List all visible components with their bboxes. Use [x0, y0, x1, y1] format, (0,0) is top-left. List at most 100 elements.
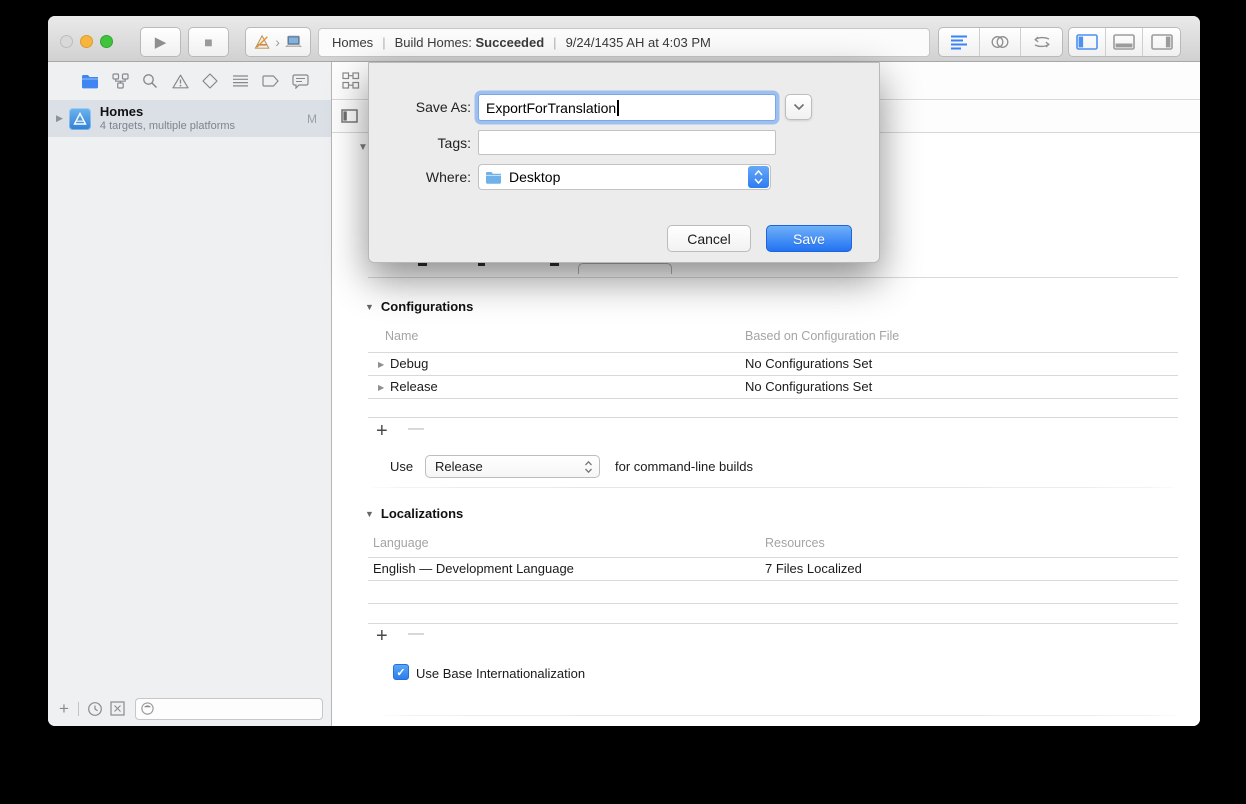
- standard-editor-icon: [951, 35, 967, 50]
- traffic-lights: [60, 35, 113, 48]
- symbols-icon: [111, 73, 129, 89]
- breakpoint-navigator-tab[interactable]: [261, 73, 279, 89]
- disclosure-triangle-icon[interactable]: ▶: [378, 360, 384, 369]
- standard-editor-button[interactable]: [939, 28, 980, 56]
- stop-button[interactable]: ■: [188, 27, 229, 57]
- toggle-utilities-button[interactable]: [1143, 28, 1180, 56]
- localization-language: English — Development Language: [373, 561, 574, 576]
- recent-files-button[interactable]: [87, 701, 103, 717]
- use-base-internationalization-label: Use Base Internationalization: [416, 666, 586, 681]
- popup-stepper-icon: [748, 166, 769, 188]
- debug-navigator-tab[interactable]: [231, 73, 249, 89]
- section-divider: [368, 277, 1178, 278]
- chevron-right-icon: ›: [275, 34, 280, 50]
- run-button[interactable]: ▶: [140, 27, 181, 57]
- section-divider: [380, 715, 1180, 716]
- minimize-window-button[interactable]: [80, 35, 93, 48]
- check-icon: ✓: [396, 666, 406, 679]
- use-suffix-label: for command-line builds: [615, 459, 754, 474]
- remove-localization-button[interactable]: —: [408, 625, 424, 643]
- tags-input[interactable]: [478, 130, 776, 155]
- report-navigator-tab[interactable]: [291, 73, 309, 89]
- unsaved-files-icon: [110, 701, 125, 716]
- add-localization-button[interactable]: +: [376, 625, 388, 648]
- filter-input[interactable]: [134, 697, 323, 720]
- clipped-control-fragment: [578, 263, 672, 274]
- search-icon: [143, 74, 158, 89]
- speech-bubble-icon: [291, 73, 309, 89]
- navigator-panel-icon: [1076, 34, 1098, 50]
- status-project-name: Homes: [332, 35, 374, 50]
- save-button[interactable]: Save: [766, 225, 852, 252]
- localizations-section-header: ▼ Localizations: [365, 506, 463, 521]
- find-navigator-tab[interactable]: [141, 73, 159, 89]
- disclosure-expanded-icon[interactable]: ▼: [365, 509, 374, 519]
- clipped-content-fragment: [418, 263, 427, 266]
- localizations-title: Localizations: [380, 506, 464, 521]
- desktop-background: ▶ ■ › Homes | Build Homes: Succeeded | 9…: [0, 0, 1246, 804]
- table-divider: [368, 580, 1178, 581]
- remove-configuration-button[interactable]: —: [408, 420, 424, 438]
- clipped-content-fragment: [550, 263, 559, 266]
- version-editor-button[interactable]: [1021, 28, 1062, 56]
- xcode-window: ▶ ■ › Homes | Build Homes: Succeeded | 9…: [48, 16, 1200, 726]
- save-as-value: ExportForTranslation: [486, 99, 617, 116]
- table-divider: [368, 352, 1178, 353]
- configuration-based-on: No Configurations Set: [745, 356, 873, 371]
- column-header-name: Name: [385, 329, 419, 343]
- list-rows-icon: [232, 75, 248, 87]
- where-label: Where:: [425, 169, 471, 185]
- issue-navigator-tab[interactable]: [171, 73, 189, 89]
- save-as-input[interactable]: ExportForTranslation: [478, 94, 776, 121]
- configuration-name: Debug: [390, 356, 429, 371]
- hide-navigator-button[interactable]: [341, 109, 358, 123]
- assistant-editor-icon: [991, 36, 1009, 48]
- zoom-window-button[interactable]: [100, 35, 113, 48]
- toggle-debug-area-button[interactable]: [1106, 28, 1143, 56]
- status-build-result: Succeeded: [475, 35, 545, 50]
- disclosure-triangle-icon[interactable]: ▶: [378, 383, 384, 392]
- status-separator-2: |: [553, 35, 557, 50]
- command-line-configuration-dropdown[interactable]: Release: [425, 455, 600, 478]
- symbol-navigator-tab[interactable]: [111, 73, 129, 89]
- project-navigator-tab[interactable]: [81, 73, 99, 89]
- cancel-button-label: Cancel: [687, 230, 731, 247]
- close-window-button[interactable]: [60, 35, 73, 48]
- desktop-folder-icon: [486, 171, 501, 184]
- utilities-panel-icon: [1150, 34, 1173, 50]
- table-divider: [368, 557, 1178, 558]
- disclosure-triangle-icon[interactable]: ▶: [56, 113, 63, 124]
- save-button-label: Save: [793, 230, 825, 247]
- tags-label: Tags:: [437, 135, 471, 151]
- configurations-section-header: ▼ Configurations: [365, 299, 473, 314]
- project-labels: Homes 4 targets, multiple platforms: [99, 103, 235, 133]
- where-popup-menu[interactable]: Desktop: [478, 164, 771, 190]
- filter-bar-divider: [77, 701, 79, 716]
- source-control-status-badge: M: [307, 111, 317, 126]
- scheme-selector[interactable]: ›: [245, 27, 311, 57]
- save-dialog: Save As: ExportForTranslation Tags: Wher…: [368, 62, 880, 263]
- view-toggle-control: [1068, 27, 1181, 57]
- test-navigator-tab[interactable]: [201, 73, 219, 89]
- disclosure-expanded-icon[interactable]: ▼: [365, 302, 374, 312]
- toggle-navigator-button[interactable]: [1069, 28, 1106, 56]
- related-items-button[interactable]: [342, 72, 361, 90]
- column-header-resources: Resources: [765, 536, 825, 550]
- project-row-homes[interactable]: ▶ Homes 4 targets, multiple platforms M: [48, 100, 331, 137]
- project-name: Homes: [99, 103, 144, 119]
- add-item-button[interactable]: +: [59, 699, 69, 719]
- unsaved-files-button[interactable]: [110, 701, 125, 716]
- hidden-section-disclosure-icon[interactable]: ▼: [358, 142, 368, 153]
- table-divider: [368, 417, 1178, 418]
- expand-dialog-button[interactable]: [785, 94, 812, 120]
- play-icon: ▶: [154, 33, 167, 51]
- add-configuration-button[interactable]: +: [376, 420, 388, 443]
- filter-icon: [141, 702, 154, 715]
- use-base-internationalization-checkbox[interactable]: ✓: [393, 664, 409, 680]
- related-items-icon: [342, 72, 360, 89]
- table-divider: [368, 603, 1178, 604]
- cancel-button[interactable]: Cancel: [667, 225, 751, 252]
- assistant-editor-button[interactable]: [980, 28, 1021, 56]
- configuration-based-on: No Configurations Set: [745, 379, 873, 394]
- debug-area-panel-icon: [1113, 34, 1135, 50]
